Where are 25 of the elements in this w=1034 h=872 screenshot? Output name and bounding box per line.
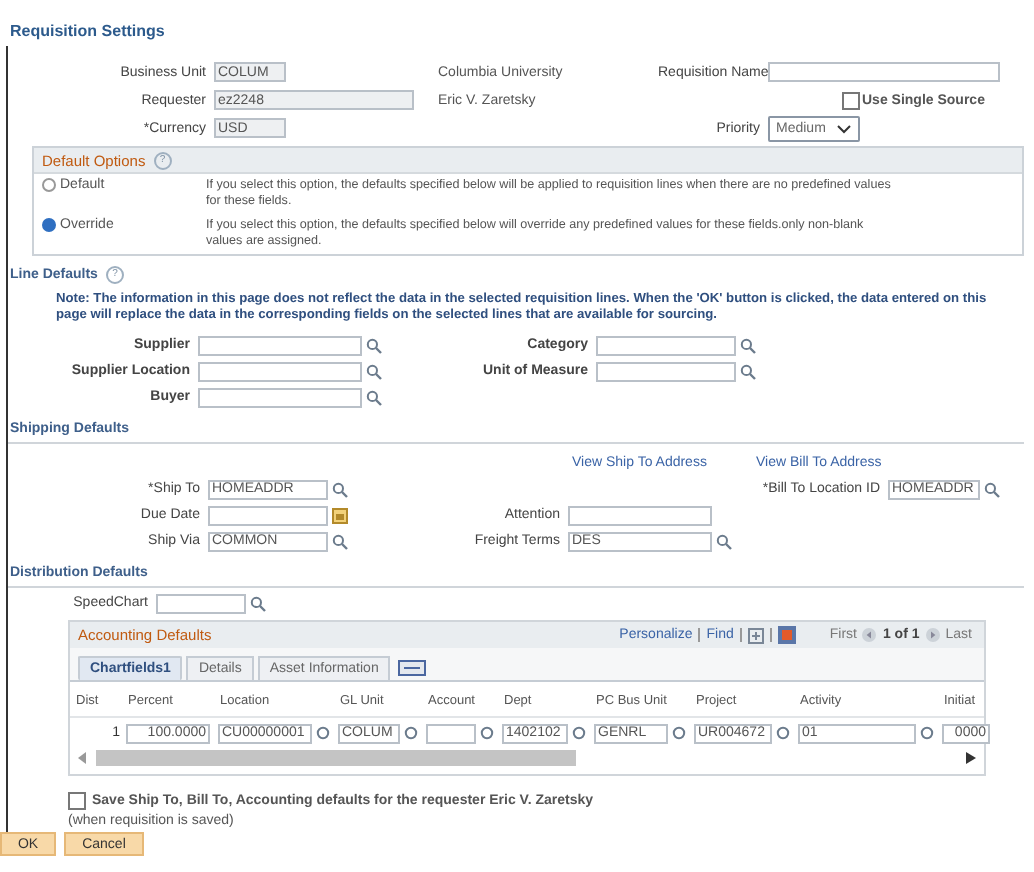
scroll-right-icon[interactable]: [966, 751, 976, 763]
input-field[interactable]: [568, 505, 712, 525]
input-field[interactable]: [426, 723, 476, 743]
show-all-columns-icon[interactable]: [398, 660, 427, 676]
calendar-icon[interactable]: [332, 507, 348, 523]
input-field[interactable]: [156, 593, 246, 613]
chevron-down-icon: [835, 123, 852, 133]
radio-button[interactable]: [42, 218, 56, 232]
view-all-icon[interactable]: [747, 627, 764, 643]
input-field[interactable]: [596, 361, 736, 381]
horizontal-scrollbar[interactable]: [78, 748, 976, 766]
input-field[interactable]: [198, 361, 362, 381]
scrollbar-thumb[interactable]: [96, 749, 576, 765]
checkbox[interactable]: [842, 91, 860, 109]
previous-icon[interactable]: [862, 628, 877, 642]
input-field[interactable]: [198, 335, 362, 355]
scroll-left-icon[interactable]: [78, 751, 88, 763]
input-field[interactable]: [768, 62, 1000, 82]
next-icon[interactable]: [925, 628, 940, 642]
input-field[interactable]: [596, 335, 736, 355]
page-title: Requisition Settings: [8, 20, 167, 44]
input-field[interactable]: [208, 505, 328, 525]
checkbox[interactable]: [68, 792, 86, 810]
input-field[interactable]: [198, 387, 362, 407]
radio-button[interactable]: [42, 178, 56, 192]
